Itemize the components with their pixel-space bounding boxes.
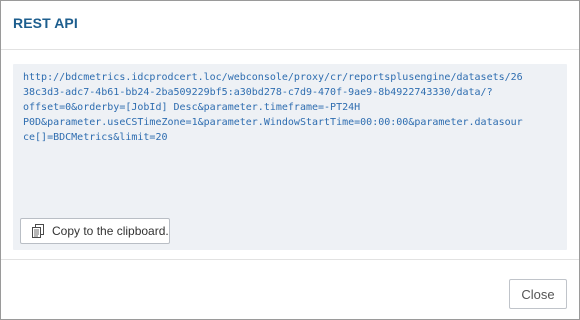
url-panel: http://bdcmetrics.idcprodcert.loc/webcon… (13, 64, 567, 250)
url-line: 38c3d3-adc7-4b61-bb24-2ba509229bf5:a30bd… (23, 87, 493, 98)
close-button[interactable]: Close (509, 279, 567, 309)
rest-api-url[interactable]: http://bdcmetrics.idcprodcert.loc/webcon… (23, 70, 559, 145)
dialog-title: REST API (13, 15, 78, 31)
url-line: http://bdcmetrics.idcprodcert.loc/webcon… (23, 72, 523, 83)
rest-api-dialog: REST API http://bdcmetrics.idcprodcert.l… (0, 0, 580, 320)
copy-icon (31, 224, 45, 238)
dialog-footer: Close (1, 259, 579, 320)
dialog-body: http://bdcmetrics.idcprodcert.loc/webcon… (1, 50, 579, 259)
dialog-header: REST API (1, 1, 579, 50)
url-line: offset=0&orderby=[JobId] Desc&parameter.… (23, 102, 361, 113)
url-line: ce[]=BDCMetrics&limit=20 (23, 132, 168, 143)
copy-to-clipboard-button[interactable]: Copy to the clipboard. (20, 218, 170, 244)
copy-button-label: Copy to the clipboard. (52, 224, 169, 238)
url-line: P0D&parameter.useCSTimeZone=1&parameter.… (23, 117, 523, 128)
